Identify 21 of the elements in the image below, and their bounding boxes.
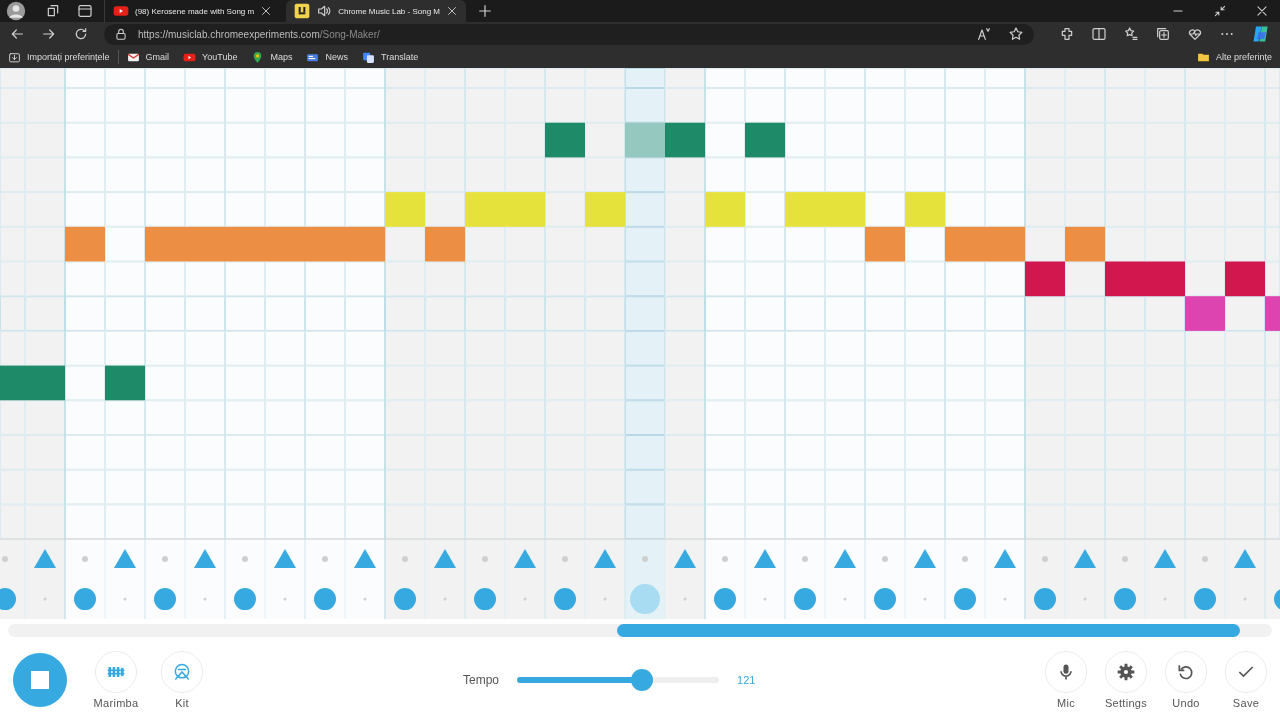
bookmark-folder[interactable]: Alte preferințe — [1196, 50, 1272, 64]
button-label: Save — [1232, 697, 1260, 709]
tab-title: Chrome Music Lab - Song M — [338, 6, 440, 16]
button-label: Mic — [1057, 697, 1075, 709]
button-label: Settings — [1104, 697, 1148, 709]
browser-tab[interactable]: Chrome Music Lab - Song M — [286, 0, 466, 22]
button-label: Kit — [175, 697, 189, 709]
url-text: https://musiclab.chromeexperiments.com/Song-Maker/ — [138, 28, 380, 40]
bookmark[interactable]: Gmail — [126, 50, 170, 64]
browser-tab[interactable]: (98) Kerosene made with Song m — [104, 0, 281, 22]
bookmark[interactable]: Maps — [251, 50, 293, 64]
tab-title: (98) Kerosene made with Song m — [135, 6, 255, 16]
bookmark[interactable]: Importați preferințele — [8, 50, 110, 64]
button-label: Marimba — [93, 697, 139, 709]
bookmark[interactable]: News — [306, 50, 348, 64]
address-bar[interactable]: https://musiclab.chromeexperiments.com/Song-Maker/ — [104, 23, 1034, 45]
button-label: Undo — [1172, 697, 1200, 709]
tempo-label: Tempo — [463, 673, 500, 687]
bookmark[interactable]: YouTube — [183, 50, 238, 64]
tempo-value: 121 — [737, 674, 756, 686]
bookmark[interactable]: Translate — [361, 50, 419, 64]
